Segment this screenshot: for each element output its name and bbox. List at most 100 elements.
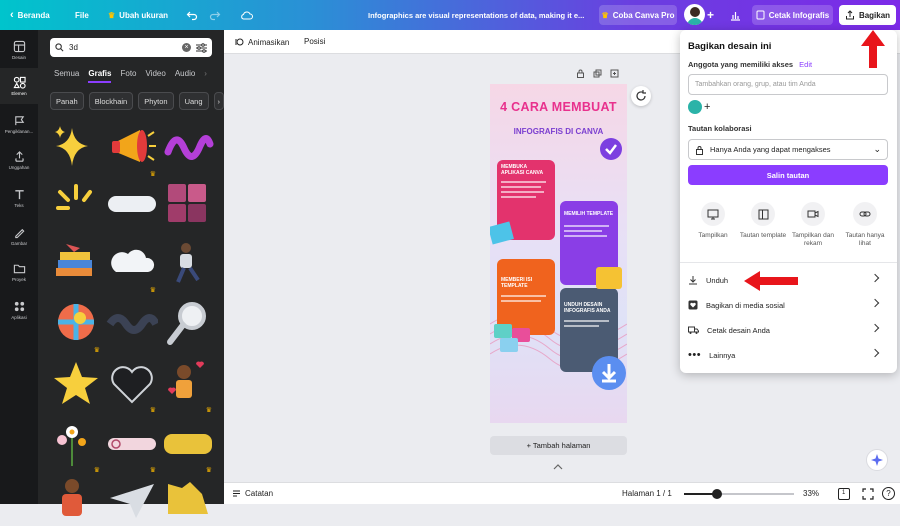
- graphic-burst-lines[interactable]: [50, 178, 102, 230]
- try-pro-button[interactable]: ♛ Coba Canva Pro: [599, 5, 677, 25]
- menu-item-print[interactable]: Cetak desain Anda: [688, 319, 888, 341]
- graphic-pill-shape[interactable]: [106, 178, 158, 230]
- graphic-puzzle-head[interactable]: ♛: [50, 298, 102, 354]
- notes-button[interactable]: Catatan: [232, 489, 273, 498]
- rail-item-draw[interactable]: Gambar: [0, 218, 38, 254]
- sparkle-icon: [871, 454, 883, 466]
- file-menu[interactable]: File: [75, 0, 89, 30]
- page-grid-button[interactable]: 1: [838, 488, 850, 500]
- rail-item-elements[interactable]: Elemen: [0, 68, 38, 104]
- infographic-page[interactable]: 4 CARA MEMBUAT INFOGRAFIS DI CANVA MEMBU…: [490, 84, 627, 423]
- invite-input[interactable]: Tambahkan orang, grup, atau tim Anda: [688, 74, 888, 95]
- back-button[interactable]: ‹ Beranda: [10, 0, 50, 30]
- add-page-button[interactable]: + Tambah halaman: [490, 436, 627, 455]
- magic-assistant-button[interactable]: [866, 449, 888, 471]
- crown-icon: ♛: [149, 171, 156, 178]
- rail-item-projects[interactable]: Proyek: [0, 254, 38, 290]
- zoom-slider[interactable]: [684, 489, 794, 499]
- menu-item-more[interactable]: ••• Lainnya: [688, 344, 888, 366]
- tab-audio[interactable]: Audio: [175, 69, 195, 83]
- avatar[interactable]: [684, 4, 705, 25]
- rail-label: Desain: [11, 55, 26, 60]
- cloud-save-status[interactable]: [240, 0, 253, 30]
- graphic-glass-heart[interactable]: ♛: [106, 358, 158, 414]
- insights-button[interactable]: [730, 0, 741, 30]
- undo-button[interactable]: [186, 0, 198, 30]
- chevron-up-icon[interactable]: [550, 461, 566, 473]
- cloud-icon: [241, 11, 253, 19]
- print-label: Cetak desain Anda: [707, 325, 770, 335]
- rail-item-text[interactable]: Teks: [0, 180, 38, 216]
- view-only-link-button[interactable]: Tautan hanya lihat: [840, 202, 890, 248]
- duplicate-icon[interactable]: [593, 69, 602, 78]
- copy-link-button[interactable]: Salin tautan: [688, 165, 888, 185]
- tab-photos[interactable]: Foto: [120, 69, 136, 83]
- redo-button[interactable]: [209, 0, 221, 30]
- present-label: Tampilkan: [698, 232, 728, 239]
- refresh-button[interactable]: [631, 86, 651, 106]
- print-infographic-button[interactable]: Cetak Infografis: [752, 5, 833, 25]
- fullscreen-button[interactable]: [862, 488, 874, 500]
- chip-arrow[interactable]: Panah: [50, 92, 84, 110]
- animate-button[interactable]: Animasikan: [234, 37, 289, 47]
- rail-item-brand[interactable]: Pengiklanan...: [0, 106, 38, 142]
- graphic-magnifier[interactable]: [162, 298, 214, 350]
- position-button[interactable]: Posisi: [304, 37, 325, 46]
- menu-item-social[interactable]: Bagikan di media sosial: [688, 294, 888, 316]
- rail-item-design[interactable]: Desain: [0, 32, 38, 68]
- access-select-value: Hanya Anda yang dapat mengakses: [710, 145, 831, 154]
- lock-icon[interactable]: [576, 69, 585, 78]
- chip-money[interactable]: Uang: [178, 92, 209, 110]
- plus-icon[interactable]: +: [704, 101, 710, 113]
- graphic-search-bar[interactable]: ♛: [106, 418, 158, 474]
- graphic-star[interactable]: [50, 358, 102, 410]
- graphic-gold-pill[interactable]: ♛: [162, 418, 214, 474]
- graphic-man-pointing[interactable]: [50, 474, 102, 526]
- access-select[interactable]: Hanya Anda yang dapat mengakses ⌄: [688, 139, 888, 160]
- social-label: Bagikan di media sosial: [706, 300, 785, 310]
- add-page-icon[interactable]: [610, 69, 619, 78]
- record-icon: [801, 202, 825, 226]
- rail-label: Aplikasi: [11, 315, 27, 320]
- graphic-paper-plane[interactable]: [106, 474, 158, 526]
- graphic-person-hearts[interactable]: ♛: [162, 358, 214, 414]
- filter-icon[interactable]: [196, 42, 207, 53]
- share-button[interactable]: Bagikan: [839, 5, 896, 25]
- graphic-wave-ribbon[interactable]: [162, 122, 214, 174]
- graphic-puzzle[interactable]: [162, 178, 214, 230]
- zoom-level[interactable]: 33%: [803, 489, 819, 498]
- present-button[interactable]: Tampilkan: [688, 202, 738, 240]
- document-title[interactable]: Infographics are visual representations …: [368, 0, 584, 30]
- tab-graphics[interactable]: Grafis: [88, 69, 112, 83]
- elements-panel: × Semua Grafis Foto Video Audio › Panah …: [38, 30, 225, 518]
- add-collaborator-button[interactable]: +: [707, 0, 714, 30]
- chip-python[interactable]: Phyton: [138, 92, 174, 110]
- search-input[interactable]: [69, 43, 169, 52]
- graphic-flowers[interactable]: ♛: [50, 418, 102, 474]
- resize-button[interactable]: ♛ Ubah ukuran: [108, 0, 168, 30]
- graphic-cloud[interactable]: ♛: [106, 238, 158, 294]
- zoom-slider-handle[interactable]: [712, 489, 722, 499]
- graphic-sparkles[interactable]: [50, 122, 102, 174]
- clear-search-icon[interactable]: ×: [182, 43, 191, 52]
- graphic-books[interactable]: [50, 238, 102, 290]
- template-link-button[interactable]: Tautan template: [738, 202, 788, 240]
- tab-all[interactable]: Semua: [54, 69, 79, 83]
- share-dropdown: Bagikan desain ini Anggota yang memiliki…: [680, 30, 897, 373]
- graphic-gold-shape[interactable]: [162, 474, 214, 526]
- chip-blockchain[interactable]: Blockhain: [88, 92, 134, 110]
- step-3-title: MEMBERI ISI TEMPLATE: [501, 277, 533, 289]
- page-indicator[interactable]: Halaman 1 / 1: [622, 489, 672, 498]
- present-record-button[interactable]: Tampilkan dan rekam: [788, 202, 838, 248]
- chip-more[interactable]: ›: [213, 92, 225, 110]
- rail-item-uploads[interactable]: Unggahan: [0, 142, 38, 178]
- graphic-person-sitting[interactable]: [162, 238, 214, 290]
- back-label: Beranda: [17, 10, 50, 20]
- graphic-megaphone[interactable]: ♛: [106, 122, 158, 178]
- chevron-right-icon[interactable]: ›: [204, 69, 207, 83]
- help-button[interactable]: ?: [882, 487, 895, 500]
- tab-videos[interactable]: Video: [146, 69, 166, 83]
- edit-access-link[interactable]: Edit: [799, 60, 812, 69]
- graphic-dark-wave[interactable]: [106, 298, 158, 350]
- rail-item-apps[interactable]: Aplikasi: [0, 292, 38, 328]
